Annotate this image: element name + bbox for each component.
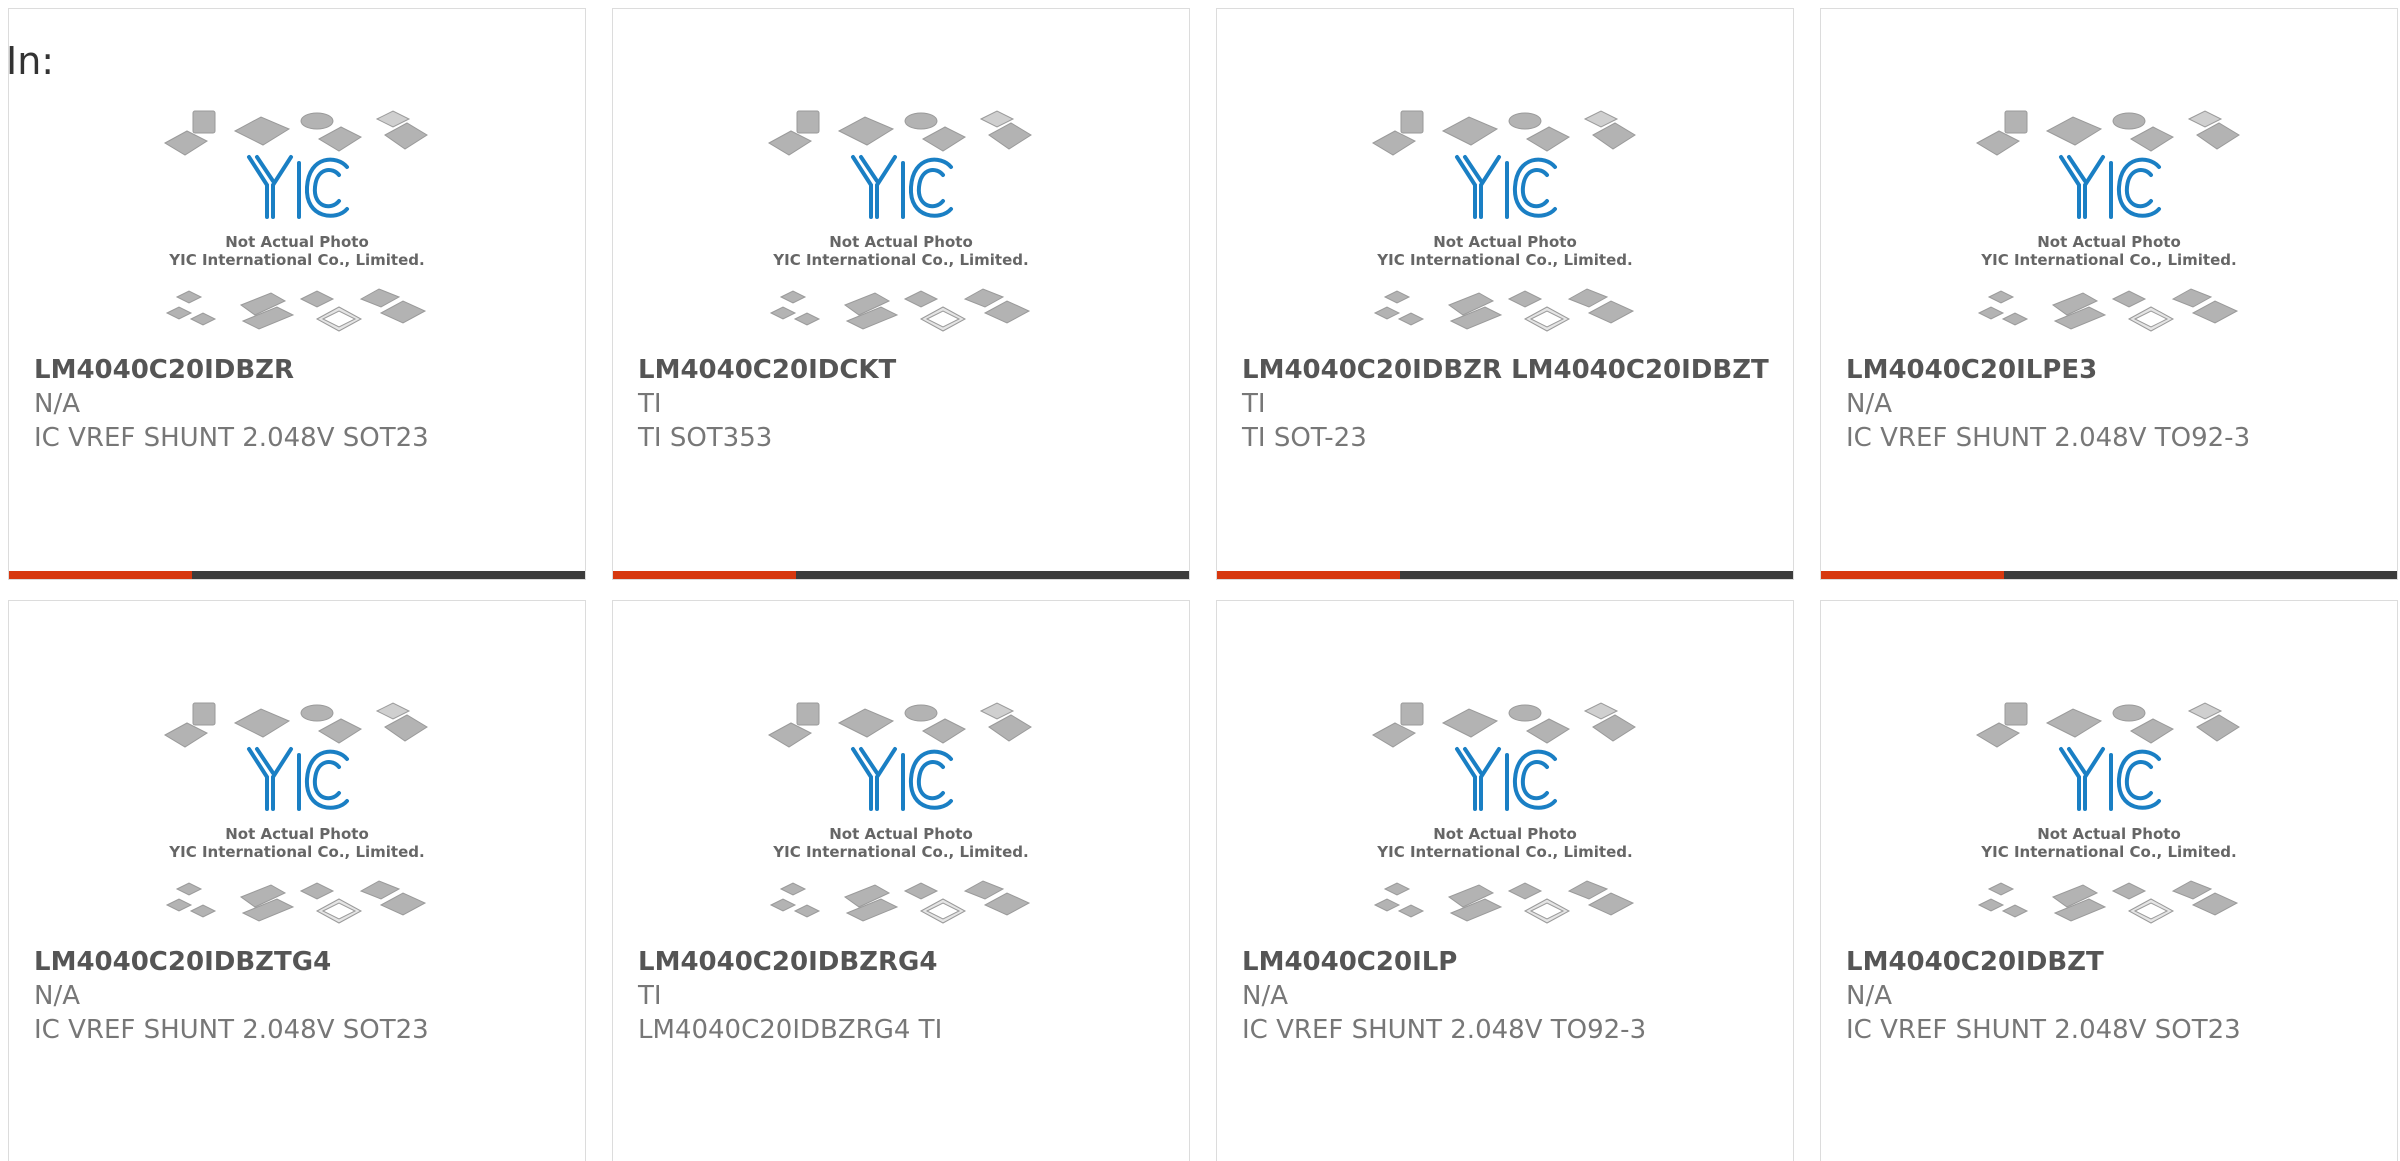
yic-logo-icon [2059, 155, 2161, 219]
product-thumbnail: Not Actual Photo YIC International Co., … [9, 689, 585, 939]
card-bottom-bar [1217, 571, 1793, 579]
product-thumbnail: Not Actual Photo YIC International Co., … [1217, 689, 1793, 939]
card-bottom-bar [1821, 571, 2397, 579]
product-thumbnail: Not Actual Photo YIC International Co., … [613, 97, 1189, 347]
svg-text:Not Actual Photo: Not Actual Photo [225, 825, 369, 843]
svg-text:YIC International Co., Limited: YIC International Co., Limited. [168, 251, 424, 269]
product-part-number[interactable]: LM4040C20ILP [1242, 945, 1783, 979]
svg-text:Not Actual Photo: Not Actual Photo [2037, 233, 2181, 251]
product-manufacturer: TI [638, 389, 662, 419]
product-manufacturer: TI [1242, 389, 1266, 419]
svg-text:Not Actual Photo: Not Actual Photo [829, 233, 973, 251]
card-accent-bar [613, 571, 796, 579]
in-label: In: [6, 39, 55, 83]
product-part-number[interactable]: LM4040C20IDCKT [638, 353, 1179, 387]
product-part-number[interactable]: LM4040C20IDBZT [1846, 945, 2387, 979]
yic-logo-icon [1455, 747, 1557, 811]
svg-text:YIC International Co., Limited: YIC International Co., Limited. [772, 843, 1028, 861]
product-part-number[interactable]: LM4040C20IDBZTG4 [34, 945, 575, 979]
card-bottom-bar [9, 571, 585, 579]
svg-text:Not Actual Photo: Not Actual Photo [829, 825, 973, 843]
yic-logo-icon [851, 155, 953, 219]
product-card[interactable]: Not Actual Photo YIC International Co., … [1820, 8, 2398, 580]
card-accent-bar [1217, 571, 1400, 579]
svg-text:Not Actual Photo: Not Actual Photo [225, 233, 369, 251]
product-card[interactable]: Not Actual Photo YIC International Co., … [1820, 600, 2398, 1161]
product-manufacturer: N/A [1846, 981, 1892, 1011]
product-description: IC VREF SHUNT 2.048V SOT23 [34, 1015, 429, 1045]
card-accent-bar [9, 571, 192, 579]
svg-text:YIC International Co., Limited: YIC International Co., Limited. [1980, 251, 2236, 269]
product-description: IC VREF SHUNT 2.048V SOT23 [1846, 1015, 2241, 1045]
product-part-number[interactable]: LM4040C20IDBZRG4 [638, 945, 1179, 979]
product-description: IC VREF SHUNT 2.048V SOT23 [34, 423, 429, 453]
product-manufacturer: N/A [34, 981, 80, 1011]
product-manufacturer: TI [638, 981, 662, 1011]
product-manufacturer: N/A [1846, 389, 1892, 419]
product-description: IC VREF SHUNT 2.048V TO92-3 [1846, 423, 2251, 453]
product-manufacturer: N/A [34, 389, 80, 419]
yic-logo-icon [851, 747, 953, 811]
product-thumbnail: Not Actual Photo YIC International Co., … [1821, 97, 2397, 347]
product-description: LM4040C20IDBZRG4 TI [638, 1015, 943, 1045]
product-part-number[interactable]: LM4040C20IDBZR LM4040C20IDBZT [1242, 353, 1783, 387]
yic-logo-icon [1455, 155, 1557, 219]
yic-logo-icon [2059, 747, 2161, 811]
product-part-number[interactable]: LM4040C20ILPE3 [1846, 353, 2387, 387]
product-card[interactable]: Not Actual Photo YIC International Co., … [1216, 600, 1794, 1161]
svg-text:YIC International Co., Limited: YIC International Co., Limited. [1376, 251, 1632, 269]
product-grid: Not Actual Photo YIC International Co., … [8, 8, 2400, 1161]
yic-logo-icon [247, 155, 349, 219]
product-description: IC VREF SHUNT 2.048V TO92-3 [1242, 1015, 1647, 1045]
svg-text:YIC International Co., Limited: YIC International Co., Limited. [1980, 843, 2236, 861]
svg-text:YIC International Co., Limited: YIC International Co., Limited. [1376, 843, 1632, 861]
svg-text:Not Actual Photo: Not Actual Photo [1433, 233, 1577, 251]
product-thumbnail: Not Actual Photo YIC International Co., … [9, 97, 585, 347]
product-manufacturer: N/A [1242, 981, 1288, 1011]
product-thumbnail: Not Actual Photo YIC International Co., … [1217, 97, 1793, 347]
product-thumbnail: Not Actual Photo YIC International Co., … [613, 689, 1189, 939]
product-card[interactable]: Not Actual Photo YIC International Co., … [1216, 8, 1794, 580]
product-card[interactable]: Not Actual Photo YIC International Co., … [8, 8, 586, 580]
product-description: TI SOT353 [638, 423, 773, 453]
svg-text:YIC International Co., Limited: YIC International Co., Limited. [772, 251, 1028, 269]
product-card[interactable]: Not Actual Photo YIC International Co., … [612, 600, 1190, 1161]
svg-text:Not Actual Photo: Not Actual Photo [2037, 825, 2181, 843]
card-bottom-bar [613, 571, 1189, 579]
product-listing-page: In: Not Actual Photo YIC International C… [0, 0, 2400, 1161]
svg-text:YIC International Co., Limited: YIC International Co., Limited. [168, 843, 424, 861]
yic-logo-icon [247, 747, 349, 811]
card-accent-bar [1821, 571, 2004, 579]
svg-text:Not Actual Photo: Not Actual Photo [1433, 825, 1577, 843]
product-part-number[interactable]: LM4040C20IDBZR [34, 353, 575, 387]
product-description: TI SOT-23 [1242, 423, 1367, 453]
product-thumbnail: Not Actual Photo YIC International Co., … [1821, 689, 2397, 939]
product-card[interactable]: Not Actual Photo YIC International Co., … [612, 8, 1190, 580]
product-card[interactable]: Not Actual Photo YIC International Co., … [8, 600, 586, 1161]
